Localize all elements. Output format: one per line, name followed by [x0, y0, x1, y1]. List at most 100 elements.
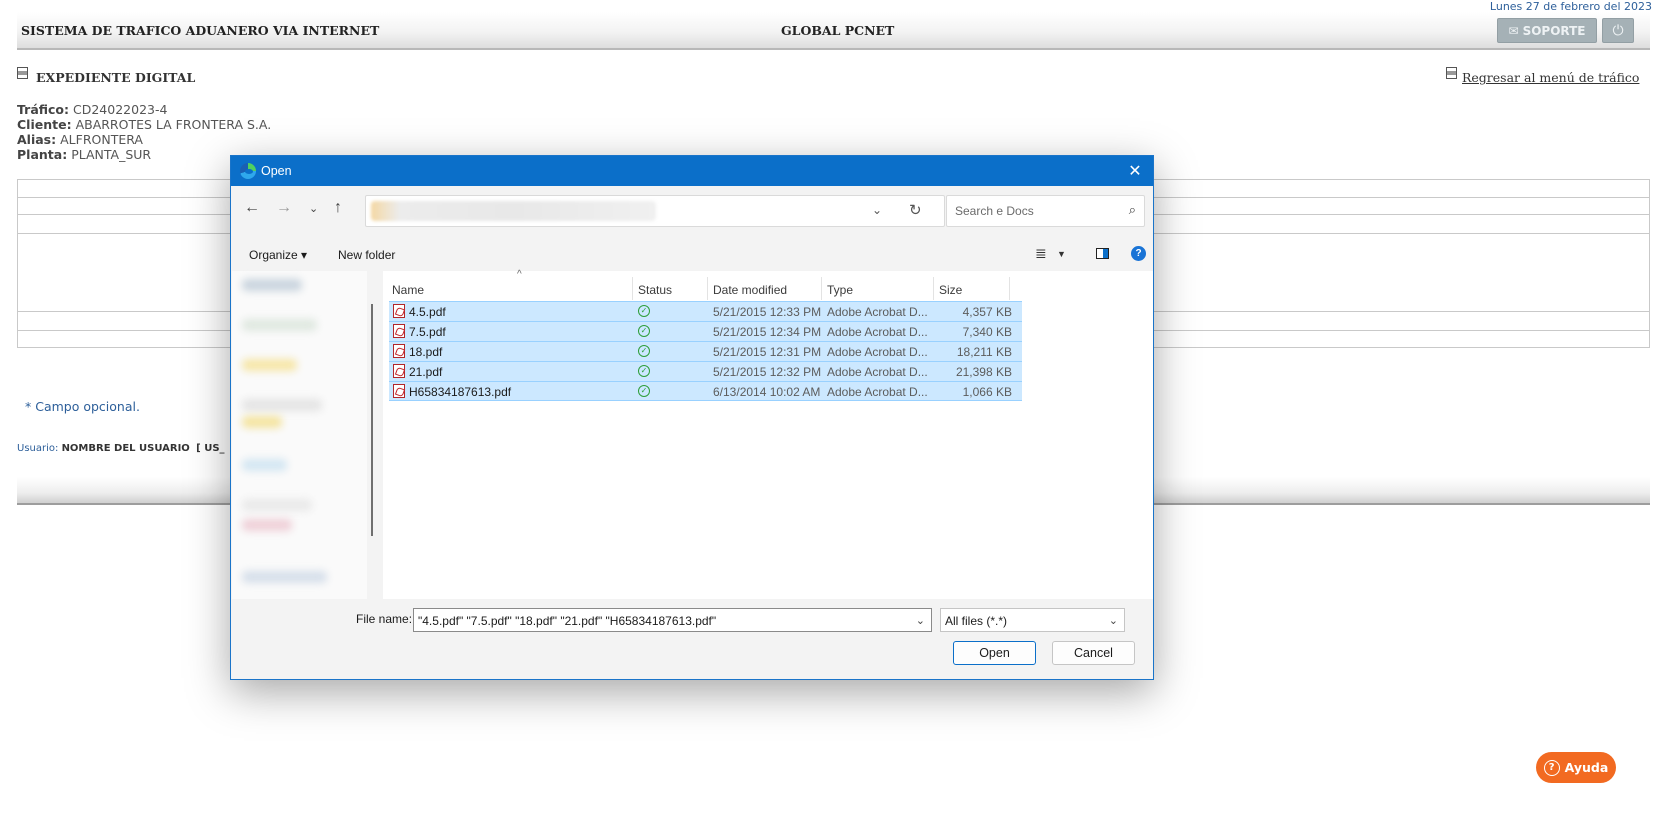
- synced-status-icon: ✓: [638, 305, 650, 317]
- view-dropdown-icon[interactable]: ▼: [1057, 249, 1066, 259]
- menu-icon: [1446, 67, 1457, 79]
- pdf-file-icon: [393, 364, 405, 378]
- sort-ascending-icon: ^: [517, 269, 522, 280]
- synced-status-icon: ✓: [638, 325, 650, 337]
- pdf-file-icon: [393, 384, 405, 398]
- help-icon: ?: [1543, 759, 1560, 776]
- nav-item: [242, 571, 327, 583]
- nav-item: [242, 319, 317, 331]
- file-date: 5/21/2015 12:32 PM: [713, 365, 822, 379]
- chevron-down-icon: ⌄: [1108, 615, 1118, 627]
- column-header-name[interactable]: Name: [392, 283, 424, 297]
- column-header-status[interactable]: Status: [638, 283, 672, 297]
- column-header-size[interactable]: Size: [939, 283, 962, 297]
- file-type: Adobe Acrobat D...: [827, 325, 928, 339]
- file-type: Adobe Acrobat D...: [827, 365, 928, 379]
- synced-status-icon: ✓: [638, 345, 650, 357]
- file-size: 21,398 KB: [955, 365, 1012, 379]
- file-name: 7.5.pdf: [409, 325, 446, 339]
- navigation-scrollbar[interactable]: [371, 304, 373, 536]
- nav-item: [242, 359, 297, 371]
- pdf-file-icon: [393, 304, 405, 318]
- nav-item: [242, 399, 322, 411]
- dialog-titlebar: Open ✕: [231, 156, 1153, 186]
- file-size: 18,211 KB: [956, 345, 1012, 359]
- file-row[interactable]: 4.5.pdf ✓ 5/21/2015 12:33 PM Adobe Acrob…: [389, 301, 1022, 321]
- soporte-button[interactable]: ✉ SOPORTE: [1497, 18, 1597, 43]
- file-size: 4,357 KB: [962, 305, 1012, 319]
- cancel-button[interactable]: Cancel: [1052, 641, 1135, 665]
- document-icon: [17, 67, 28, 79]
- chevron-down-icon[interactable]: ⌄: [916, 614, 925, 627]
- file-name: 18.pdf: [409, 345, 443, 359]
- optional-field-note: * Campo opcional.: [25, 399, 140, 414]
- column-header-date[interactable]: Date modified: [713, 283, 787, 297]
- file-type-select[interactable]: All files (*.*) ⌄: [940, 608, 1125, 632]
- column-separator[interactable]: [933, 277, 934, 300]
- file-type-value: All files (*.*): [945, 614, 1008, 628]
- back-arrow-icon[interactable]: ←: [244, 199, 260, 217]
- close-icon[interactable]: ✕: [1125, 161, 1145, 181]
- file-row[interactable]: 18.pdf ✓ 5/21/2015 12:31 PM Adobe Acroba…: [389, 341, 1022, 361]
- file-name-value: "4.5.pdf" "7.5.pdf" "18.pdf" "21.pdf" "H…: [418, 614, 717, 628]
- column-separator[interactable]: [632, 277, 633, 300]
- pdf-file-icon: [393, 344, 405, 358]
- file-date: 5/21/2015 12:34 PM: [713, 325, 822, 339]
- column-header-type[interactable]: Type: [827, 283, 853, 297]
- dialog-title: Open: [261, 164, 292, 178]
- logout-button[interactable]: ⏻: [1602, 18, 1634, 43]
- file-list: ^ Name Status Date modified Type Size 4.…: [383, 269, 1153, 599]
- file-type: Adobe Acrobat D...: [827, 385, 928, 399]
- file-size: 7,340 KB: [962, 325, 1012, 339]
- navigation-pane[interactable]: [232, 271, 367, 599]
- envelope-icon: ✉: [1508, 23, 1519, 38]
- up-arrow-icon[interactable]: ↑: [334, 199, 342, 217]
- chevron-down-icon[interactable]: ⌄: [872, 203, 882, 217]
- file-row[interactable]: 7.5.pdf ✓ 5/21/2015 12:34 PM Adobe Acrob…: [389, 321, 1022, 341]
- file-name: 21.pdf: [409, 365, 443, 379]
- preview-pane-icon[interactable]: [1096, 248, 1109, 259]
- ayuda-label: Ayuda: [1564, 760, 1609, 775]
- file-size: 1,066 KB: [962, 385, 1012, 399]
- system-title: SISTEMA DE TRAFICO ADUANERO VIA INTERNET: [21, 23, 380, 38]
- file-type: Adobe Acrobat D...: [827, 305, 928, 319]
- section-title: EXPEDIENTE DIGITAL: [36, 70, 196, 85]
- nav-item: [242, 459, 287, 471]
- nav-item: [242, 499, 312, 511]
- edge-browser-icon: [240, 163, 256, 179]
- column-separator[interactable]: [1009, 277, 1010, 300]
- return-menu-link[interactable]: Regresar al menú de tráfico: [1462, 70, 1639, 85]
- view-options-icon[interactable]: ≣: [1035, 245, 1047, 262]
- organize-button[interactable]: Organize ▾: [249, 248, 307, 262]
- recent-locations-chevron-icon[interactable]: ⌄: [309, 202, 318, 215]
- file-name: 4.5.pdf: [409, 305, 446, 319]
- app-title: GLOBAL PCNET: [781, 23, 895, 38]
- nav-item: [242, 279, 302, 291]
- info-cliente: Cliente: ABARROTES LA FRONTERA S.A.: [17, 117, 272, 132]
- ayuda-button[interactable]: ? Ayuda: [1536, 752, 1616, 783]
- open-button[interactable]: Open: [953, 641, 1036, 665]
- column-separator[interactable]: [821, 277, 822, 300]
- address-path-blurred: [371, 201, 656, 221]
- forward-arrow-icon[interactable]: →: [276, 199, 292, 217]
- column-separator[interactable]: [707, 277, 708, 300]
- file-date: 6/13/2014 10:02 AM: [713, 385, 821, 399]
- help-icon[interactable]: ?: [1131, 246, 1146, 261]
- open-file-dialog: Open ✕ ← → ⌄ ↑ ⌄ ↻ Search e Docs ⌕ Organ…: [230, 155, 1154, 680]
- search-icon: ⌕: [1128, 202, 1136, 217]
- file-row[interactable]: H65834187613.pdf ✓ 6/13/2014 10:02 AM Ad…: [389, 381, 1022, 401]
- nav-item: [242, 519, 292, 531]
- file-name-input[interactable]: "4.5.pdf" "7.5.pdf" "18.pdf" "21.pdf" "H…: [413, 608, 932, 632]
- file-date: 5/21/2015 12:33 PM: [713, 305, 822, 319]
- address-bar[interactable]: ⌄ ↻: [365, 195, 945, 227]
- new-folder-button[interactable]: New folder: [338, 248, 395, 262]
- info-planta: Planta: PLANTA_SUR: [17, 147, 152, 162]
- refresh-icon[interactable]: ↻: [909, 201, 922, 219]
- search-box[interactable]: Search e Docs ⌕: [946, 195, 1145, 227]
- pdf-file-icon: [393, 324, 405, 338]
- file-name-label: File name:: [356, 612, 413, 626]
- file-name: H65834187613.pdf: [409, 385, 512, 399]
- info-alias: Alias: ALFRONTERA: [17, 132, 143, 147]
- file-row[interactable]: 21.pdf ✓ 5/21/2015 12:32 PM Adobe Acroba…: [389, 361, 1022, 381]
- power-icon: ⏻: [1612, 22, 1624, 39]
